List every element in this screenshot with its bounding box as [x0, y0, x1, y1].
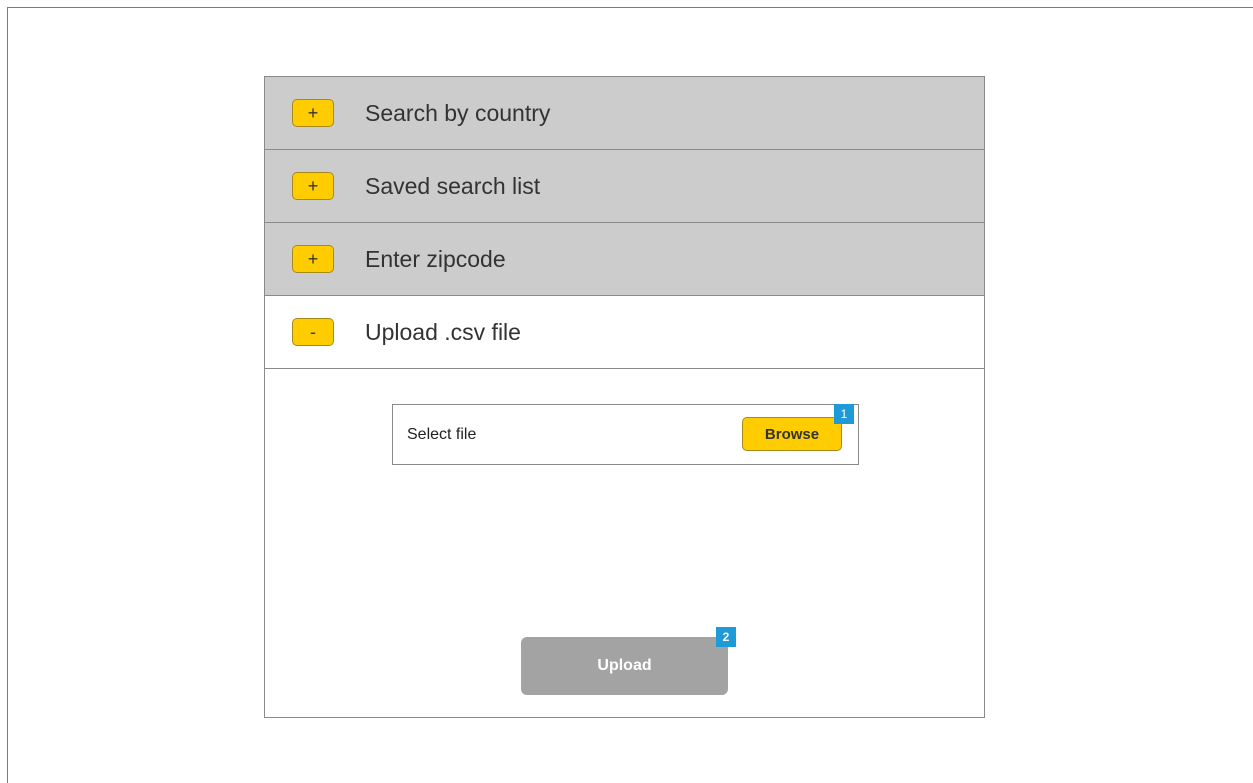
expand-plus-icon[interactable]: + — [292, 99, 334, 127]
accordion-header-enter-zipcode[interactable]: + Enter zipcode — [265, 223, 984, 296]
upload-button[interactable]: Upload 2 — [521, 627, 736, 695]
accordion-header-saved-search-list[interactable]: + Saved search list — [265, 150, 984, 223]
expand-plus-icon[interactable]: + — [292, 245, 334, 273]
expand-plus-icon[interactable]: + — [292, 172, 334, 200]
upload-csv-panel: Select file Browse 1 Upload 2 — [265, 369, 984, 717]
accordion-title: Saved search list — [365, 172, 541, 199]
upload-button-label: Upload — [597, 657, 652, 674]
accordion-header-upload-csv[interactable]: - Upload .csv file — [265, 296, 984, 369]
accordion-title: Enter zipcode — [365, 245, 506, 272]
accordion-title: Upload .csv file — [365, 318, 521, 345]
accordion-title: Search by country — [365, 99, 551, 126]
annotation-badge-2: 2 — [716, 627, 736, 647]
collapse-minus-icon[interactable]: - — [292, 318, 334, 346]
select-file-field[interactable]: Select file Browse 1 — [392, 404, 859, 465]
search-accordion: + Search by country + Saved search list … — [264, 76, 985, 718]
browse-button[interactable]: Browse — [742, 417, 842, 451]
accordion-header-search-by-country[interactable]: + Search by country — [265, 77, 984, 150]
annotation-badge-1: 1 — [834, 404, 854, 424]
select-file-label: Select file — [407, 425, 477, 443]
